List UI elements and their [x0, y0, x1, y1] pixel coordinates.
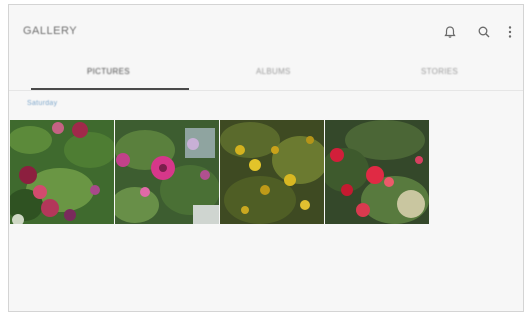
- photo-thumbnail-3[interactable]: [220, 120, 324, 224]
- tab-pictures[interactable]: PICTURES: [87, 67, 130, 76]
- app-header: GALLERY: [9, 5, 523, 57]
- photo-thumbnail-2[interactable]: [115, 120, 219, 224]
- gallery-window: GALLERY PICTURES ALBUMS STORIES Saturday: [8, 4, 524, 312]
- search-icon[interactable]: [477, 25, 491, 39]
- tab-bar: PICTURES ALBUMS STORIES: [9, 61, 523, 91]
- tab-stories[interactable]: STORIES: [421, 67, 458, 76]
- more-vert-icon[interactable]: [503, 25, 517, 39]
- tab-divider: [9, 90, 523, 91]
- bell-icon[interactable]: [443, 25, 457, 39]
- active-tab-indicator: [31, 88, 189, 90]
- photo-thumbnail-4[interactable]: [325, 120, 429, 224]
- app-title: GALLERY: [23, 25, 78, 37]
- tab-albums[interactable]: ALBUMS: [256, 67, 291, 76]
- date-section-label: Saturday: [27, 100, 58, 107]
- photo-thumbnail-1[interactable]: [10, 120, 114, 224]
